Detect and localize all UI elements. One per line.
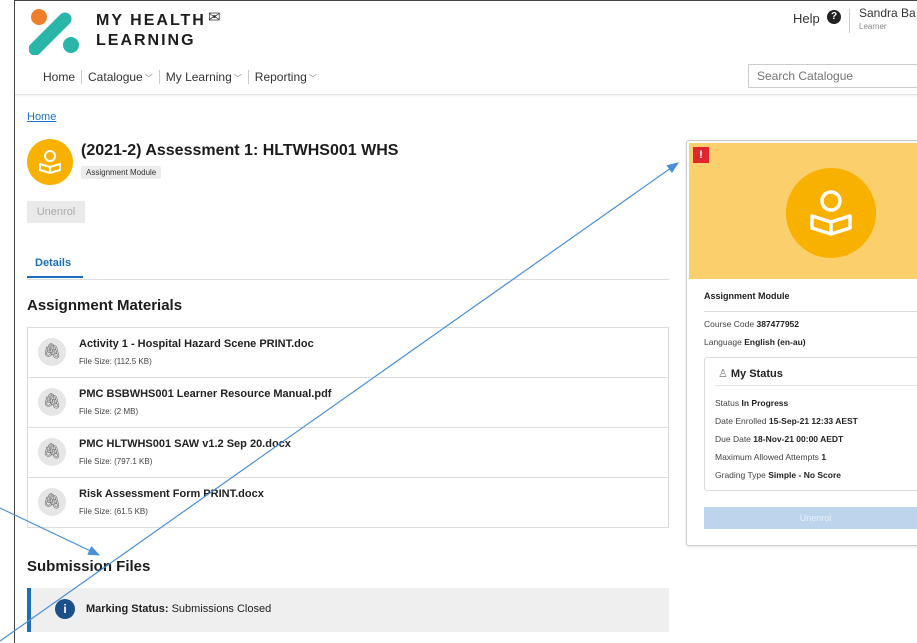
paperclip-icon: 🖇 — [38, 488, 66, 516]
envelope-icon[interactable]: ✉ — [208, 8, 221, 26]
material-size: File Size: (61.5 KB) — [79, 507, 148, 516]
card-divider — [704, 311, 917, 312]
unenrol-button[interactable]: Unenrol — [27, 201, 85, 223]
paperclip-icon: 🖇 — [38, 438, 66, 466]
grading-type-row: Grading Type Simple - No Score — [715, 470, 841, 480]
app-window: MY HEALTH LEARNING ✉ Help ? Sandra Ba Le… — [14, 0, 917, 643]
material-size: File Size: (2 MB) — [79, 407, 139, 416]
nav-my-learning[interactable]: My Learning ﹀ — [160, 70, 248, 84]
submission-files-heading: Submission Files — [27, 558, 151, 575]
material-item[interactable]: 🖇 Risk Assessment Form PRINT.docx File S… — [28, 478, 668, 527]
grading-type-label: Grading Type — [715, 470, 766, 480]
assignment-materials-heading: Assignment Materials — [27, 297, 183, 314]
paperclip-icon: 🖇 — [38, 338, 66, 366]
course-info-card: ! Assignment Module Course Code 38747795… — [686, 140, 917, 546]
user-role: Learner — [859, 22, 887, 31]
tab-divider — [27, 279, 669, 280]
question-icon[interactable]: ? — [827, 10, 841, 24]
reader-book-icon — [810, 190, 852, 236]
material-name[interactable]: PMC BSBWHS001 Learner Resource Manual.pd… — [79, 388, 331, 400]
date-enrolled-value: 15-Sep-21 12:33 AEST — [768, 416, 858, 426]
due-date-row: Due Date 18-Nov-21 00:00 AEDT — [715, 434, 843, 444]
card-unenrol-button[interactable]: Unenrol — [704, 507, 917, 529]
card-module-type: Assignment Module — [704, 291, 790, 301]
main-nav: Home Catalogue ﹀ My Learning ﹀ Reporting ﹀ — [37, 70, 323, 84]
course-type-icon — [27, 139, 73, 185]
course-code-label: Course Code — [704, 319, 755, 329]
module-type-badge: Assignment Module — [81, 166, 162, 179]
grading-type-value: Simple - No Score — [768, 470, 842, 480]
search-catalogue-input[interactable] — [748, 64, 917, 88]
material-size: File Size: (797.1 KB) — [79, 457, 153, 466]
nav-catalogue[interactable]: Catalogue ﹀ — [82, 70, 159, 84]
header-divider — [849, 9, 850, 33]
nav-reporting[interactable]: Reporting ﹀ — [249, 70, 323, 84]
user-name[interactable]: Sandra Ba — [859, 6, 916, 20]
material-name[interactable]: Activity 1 - Hospital Hazard Scene PRINT… — [79, 338, 314, 350]
attempts-row: Maximum Allowed Attempts 1 — [715, 452, 826, 462]
info-icon: i — [55, 599, 75, 619]
nav-catalogue-label: Catalogue — [88, 70, 143, 84]
brand-name-line1: MY HEALTH — [96, 12, 206, 29]
nav-reporting-label: Reporting — [254, 70, 307, 84]
status-value: In Progress — [741, 398, 789, 408]
language-label: Language — [704, 337, 742, 347]
language-value: English (en-au) — [744, 337, 806, 347]
course-code-row: Course Code 387477952 — [704, 319, 799, 329]
my-status-title: ♙ My Status — [718, 367, 783, 380]
course-code-value: 387477952 — [756, 319, 800, 329]
material-item[interactable]: 🖇 PMC HLTWHS001 SAW v1.2 Sep 20.docx Fil… — [28, 428, 668, 478]
alert-badge: ! — [693, 147, 709, 163]
material-item[interactable]: 🖇 Activity 1 - Hospital Hazard Scene PRI… — [28, 328, 668, 378]
material-size: File Size: (112.5 KB) — [79, 357, 152, 366]
chevron-down-icon: ﹀ — [144, 74, 153, 83]
person-icon: ♙ — [718, 368, 728, 380]
top-header: MY HEALTH LEARNING ✉ Help ? Sandra Ba Le… — [15, 1, 917, 95]
banner-course-icon — [786, 168, 876, 258]
my-status-panel: ♙ My Status Status In Progress Date Enrol… — [704, 357, 917, 491]
due-date-label: Due Date — [715, 434, 751, 444]
marking-status-text: Marking Status: Submissions Closed — [86, 603, 271, 615]
my-status-title-label: My Status — [730, 368, 783, 380]
active-tab-indicator — [27, 276, 83, 278]
marking-status-banner: i Marking Status: Submissions Closed — [27, 588, 669, 632]
attempts-value: 1 — [821, 452, 827, 462]
page-title: (2021-2) Assessment 1: HLTWHS001 WHS — [81, 142, 399, 159]
breadcrumb-home[interactable]: Home — [27, 111, 56, 123]
material-item[interactable]: 🖇 PMC BSBWHS001 Learner Resource Manual.… — [28, 378, 668, 428]
materials-list: 🖇 Activity 1 - Hospital Hazard Scene PRI… — [27, 327, 669, 528]
card-banner: ! — [689, 143, 917, 279]
status-divider — [715, 385, 917, 386]
chevron-down-icon: ﹀ — [308, 74, 317, 83]
status-row: Status In Progress — [715, 398, 788, 408]
brand-name-line2: LEARNING — [96, 32, 196, 49]
marking-status-value: Submissions Closed — [171, 603, 272, 615]
material-name[interactable]: Risk Assessment Form PRINT.docx — [79, 488, 264, 500]
paperclip-icon: 🖇 — [38, 388, 66, 416]
reader-book-icon — [39, 150, 61, 174]
status-label: Status — [715, 398, 740, 408]
material-name[interactable]: PMC HLTWHS001 SAW v1.2 Sep 20.docx — [79, 438, 291, 450]
attempts-label: Maximum Allowed Attempts — [715, 452, 819, 462]
marking-status-label: Marking Status: — [86, 603, 169, 615]
date-enrolled-row: Date Enrolled 15-Sep-21 12:33 AEST — [715, 416, 858, 426]
my-health-learning-logo[interactable] — [29, 9, 85, 55]
help-link[interactable]: Help — [793, 11, 820, 26]
nav-home[interactable]: Home — [37, 70, 81, 84]
tab-details[interactable]: Details — [35, 257, 71, 269]
nav-my-learning-label: My Learning — [165, 70, 232, 84]
language-row: Language English (en-au) — [704, 337, 806, 347]
chevron-down-icon: ﹀ — [233, 74, 242, 83]
date-enrolled-label: Date Enrolled — [715, 416, 767, 426]
due-date-value: 18-Nov-21 00:00 AEDT — [753, 434, 844, 444]
